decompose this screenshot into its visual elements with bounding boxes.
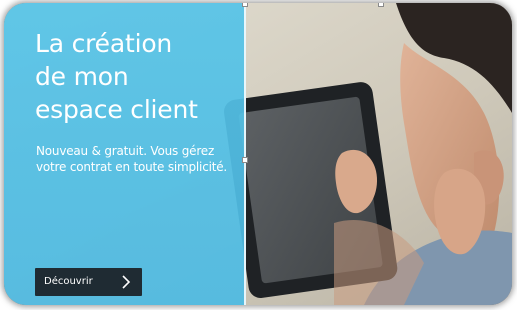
chevron-right-icon xyxy=(122,275,131,289)
resize-handle[interactable] xyxy=(242,3,248,7)
promo-description: Nouveau & gratuit. Vous gérez votre cont… xyxy=(36,144,228,174)
promo-banner: La création de mon espace client Nouveau… xyxy=(4,3,512,305)
resize-handle[interactable] xyxy=(242,157,248,163)
resize-handle[interactable] xyxy=(378,3,384,7)
promo-title-line: de mon xyxy=(35,62,129,91)
promo-title-line: espace client xyxy=(35,95,198,124)
promo-title-line: La création xyxy=(35,29,173,58)
promo-panel: La création de mon espace client Nouveau… xyxy=(4,3,246,305)
discover-button[interactable]: Découvrir xyxy=(35,268,142,296)
promo-title: La création de mon espace client xyxy=(35,27,235,126)
discover-button-label: Découvrir xyxy=(44,276,93,287)
